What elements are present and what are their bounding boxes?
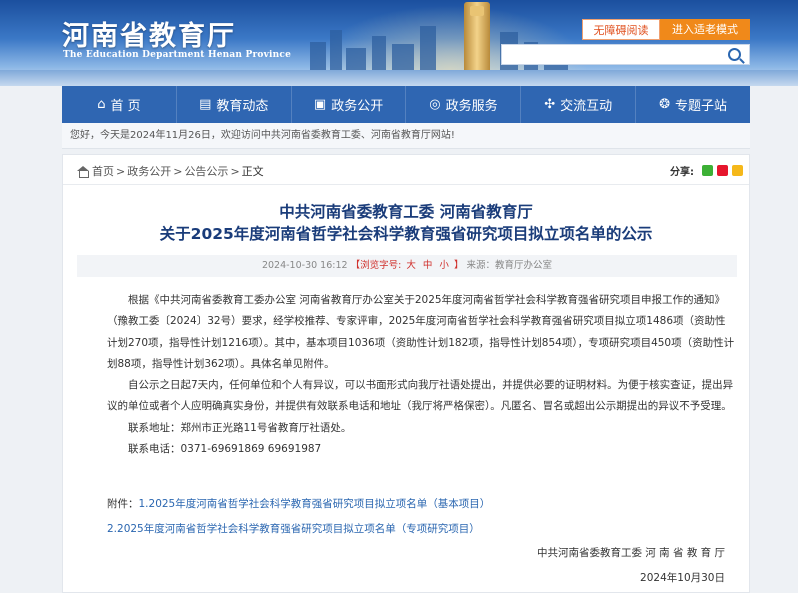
article-title: 中共河南省委教育工委 河南省教育厅 关于2025年度河南省哲学社会科学教育强省研… [63,201,749,245]
topic-icon: ❂ [659,97,670,112]
signature-date: 2024年10月30日 [640,572,725,584]
share-label: 分享: [670,167,694,178]
breadcrumb-separator: > [173,164,183,178]
article-date: 2024-10-30 16:12 [261,260,348,271]
font-size-small-button[interactable]: 小 [439,260,449,271]
attachments: 附件：1.2025年度河南省哲学社会科学教育强省研究项目拟立项名单（基本项目） … [107,492,735,542]
nav-item-home[interactable]: ⌂ 首 页 [62,86,177,123]
chat-icon: ✣ [544,97,556,112]
breadcrumb-separator: > [116,164,126,178]
main-nav: ⌂ 首 页 ▤ 教育动态 ▣ 政务公开 ◎ 政务服务 ✣ 交流互动 ❂ 专题子站 [62,86,750,123]
attachment-link-special[interactable]: 2.2025年度河南省哲学社会科学教育强省研究项目拟立项名单（专项研究项目） [107,523,480,535]
breadcrumb-bar: 首页 > 政务公开 > 公告公示 > 正文 分享: [63,155,749,185]
attachment-label: 附件： [107,498,139,510]
breadcrumb: 首页 > 政务公开 > 公告公示 > 正文 [77,163,264,179]
share-bar: 分享: [670,163,743,178]
landmark-tower-top [470,6,484,16]
header-water [0,70,798,86]
document-icon: ▣ [313,97,327,112]
elder-mode-button[interactable]: 进入适老模式 [660,19,750,40]
article-signature: 中共河南省委教育工委 河 南 省 教 育 厅 2024年10月30日 [537,541,725,591]
breadcrumb-government-affairs[interactable]: 政务公开 [127,163,171,179]
news-icon: ▤ [199,97,212,112]
nav-item-topic-sites[interactable]: ❂ 专题子站 [636,86,750,123]
signature-org: 中共河南省委教育工委 河 南 省 教 育 厅 [536,547,725,559]
home-icon [77,165,89,178]
attachment-row: 附件：1.2025年度河南省哲学社会科学教育强省研究项目拟立项名单（基本项目） [107,492,735,517]
attachment-link-basic[interactable]: 1.2025年度河南省哲学社会科学教育强省研究项目拟立项名单（基本项目） [139,498,491,510]
nav-item-education-news[interactable]: ▤ 教育动态 [177,86,292,123]
skyline-building [420,26,436,72]
contact-phone: 联系电话：0371-69691869 69691987 [128,443,322,456]
nav-item-label: 交流互动 [560,99,613,114]
font-size-medium-button[interactable]: 中 [423,260,433,271]
article-title-line2: 关于2025年度河南省哲学社会科学教育强省研究项目拟立项名单的公示 [159,225,653,243]
site-header: 河南省教育厅 The Education Department Henan Pr… [0,0,798,86]
font-size-label: 【浏览字号: [350,260,402,271]
nav-item-label: 政务公开 [331,99,384,114]
nav-item-label: 教育动态 [216,99,269,114]
skyline-building [372,36,386,72]
article-source: 来源：教育厅办公室 [466,260,553,271]
attachment-row: 2.2025年度河南省哲学社会科学教育强省研究项目拟立项名单（专项研究项目） [107,517,735,542]
nav-item-interaction[interactable]: ✣ 交流互动 [521,86,637,123]
weibo-icon[interactable] [717,165,728,176]
accessibility-reading-button[interactable]: 无障碍阅读 [582,19,660,40]
home-icon: ⌂ [97,97,106,112]
skyline-building [392,44,414,72]
nav-item-label: 专题子站 [675,99,728,114]
site-logo-subtitle: The Education Department Henan Province [63,50,291,60]
nav-item-government-affairs[interactable]: ▣ 政务公开 [292,86,407,123]
site-logo-title[interactable]: 河南省教育厅 [62,14,236,53]
font-size-close: 】 [453,260,464,271]
nav-item-label: 政务服务 [445,99,498,114]
contact-address: 联系地址：郑州市正光路11号省教育厅社语处。 [128,421,352,434]
wechat-icon[interactable] [702,165,713,176]
breadcrumb-current: 正文 [241,165,264,178]
breadcrumb-separator: > [230,164,240,178]
article-body: 根据《中共河南省委教育工委办公室 河南省教育厅办公室关于2025年度河南省哲学社… [107,290,735,460]
skyline-building [310,42,326,72]
font-size-large-button[interactable]: 大 [406,260,416,271]
nav-item-label: 首 页 [110,99,141,114]
nav-item-government-services[interactable]: ◎ 政务服务 [406,86,522,123]
skyline-building [330,30,342,72]
search-input[interactable] [502,47,722,66]
service-icon: ◎ [429,97,441,112]
skyline-building [346,48,366,72]
breadcrumb-home[interactable]: 首页 [92,163,114,179]
welcome-bar: 您好，今天是2024年11月26日，欢迎访问中共河南省委教育工委、河南省教育厅网… [62,123,750,149]
search-icon[interactable] [728,48,741,61]
article-meta: 2024-10-30 16:12 【浏览字号: 大 中 小 】 来源：教育厅办公… [77,255,737,277]
search-box [501,44,750,66]
article-panel: 首页 > 政务公开 > 公告公示 > 正文 分享: 中共河南省委教育工委 河南省… [62,154,750,593]
breadcrumb-announcements[interactable]: 公告公示 [184,163,228,179]
article-paragraph: 根据《中共河南省委教育工委办公室 河南省教育厅办公室关于2025年度河南省哲学社… [107,294,735,370]
qzone-icon[interactable] [732,165,743,176]
article-paragraph: 自公示之日起7天内，任何单位和个人有异议，可以书面形式向我厅社语处提出，并提供必… [107,379,734,413]
article-title-line1: 中共河南省委教育工委 河南省教育厅 [279,203,533,221]
